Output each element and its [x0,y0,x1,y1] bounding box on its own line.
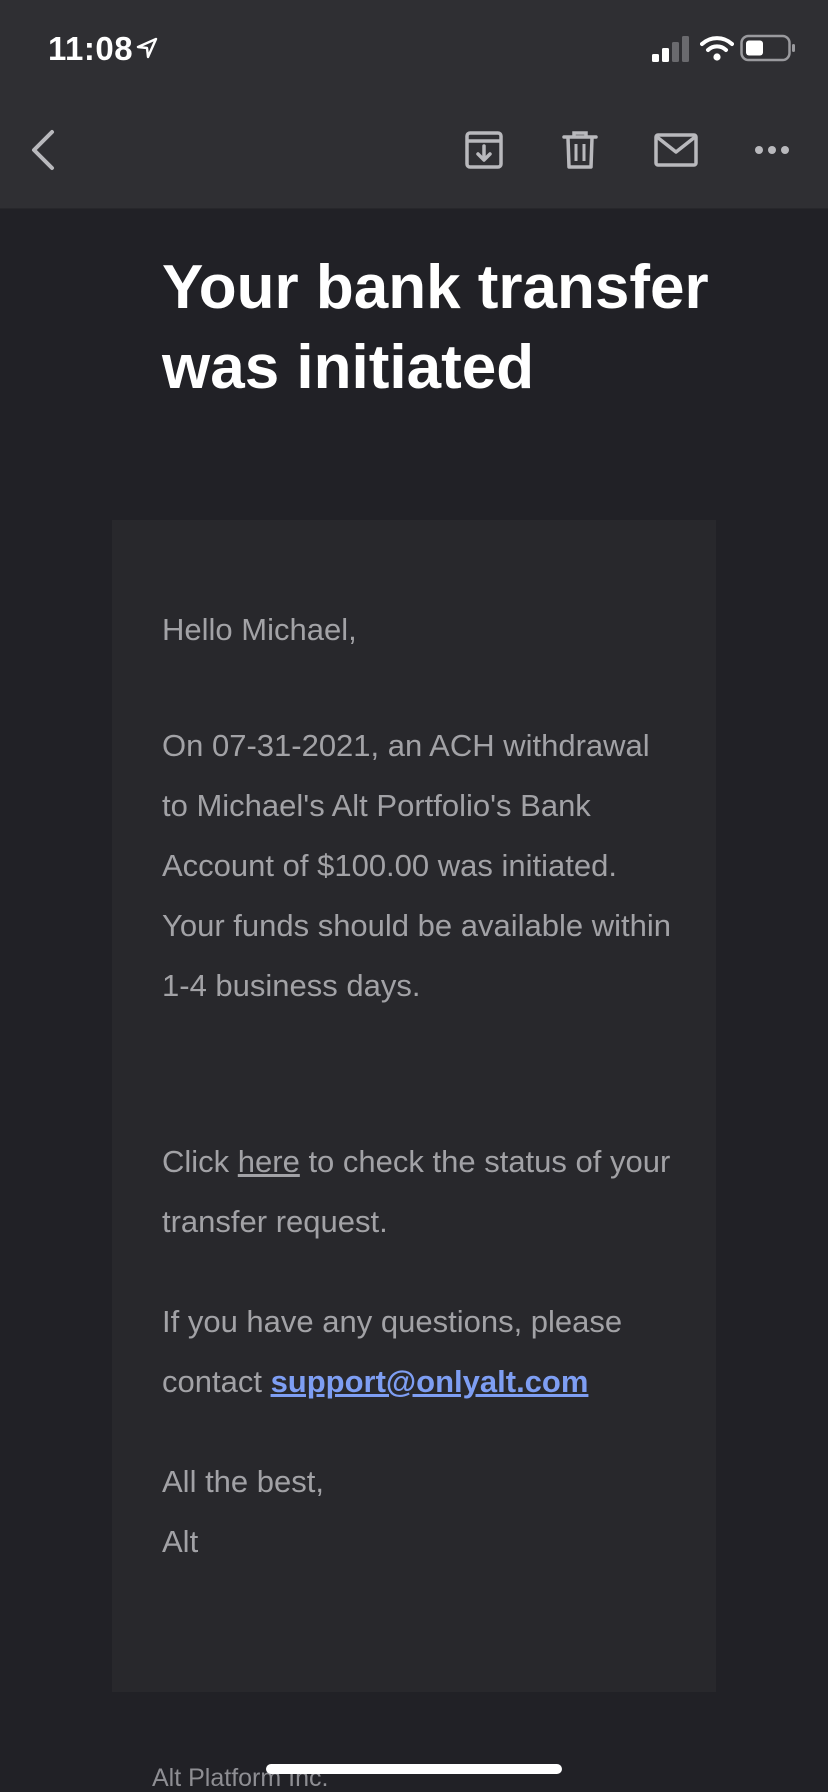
wifi-icon [700,36,734,61]
questions-paragraph: If you have any questions, please contac… [162,1292,672,1412]
mark-unread-button[interactable] [648,122,704,178]
archive-icon [465,131,503,169]
support-email-link[interactable]: support@onlyalt.com [271,1364,589,1399]
status-time: 11:08 [48,30,134,67]
signoff-line: All the best, [162,1464,324,1499]
greeting: Hello Michael, [162,612,357,647]
battery-icon [740,34,795,62]
mail-icon [654,133,698,167]
signature: Alt [162,1524,199,1559]
more-icon [755,146,789,154]
email-screen: 11:08 Your bank transfer was initiated H… [0,0,828,1792]
status-prefix: Click [162,1144,238,1179]
transfer-details: On 07-31-2021, an ACH withdrawal to Mich… [162,728,671,1003]
delete-button[interactable] [552,122,608,178]
cellular-signal-icon [652,36,689,62]
status-paragraph: Click here to check the status of your t… [162,1132,672,1252]
signoff: All the best, Alt [162,1452,672,1572]
email-headline: Your bank transfer was initiated [162,253,709,402]
location-arrow-icon [136,37,158,59]
status-link[interactable]: here [238,1144,300,1179]
trash-icon [562,131,598,169]
more-options-button[interactable] [744,122,800,178]
archive-button[interactable] [456,122,512,178]
back-chevron-icon [32,130,54,170]
home-indicator[interactable] [266,1764,562,1774]
top-bar: 11:08 [0,0,828,208]
back-button[interactable] [16,122,72,178]
